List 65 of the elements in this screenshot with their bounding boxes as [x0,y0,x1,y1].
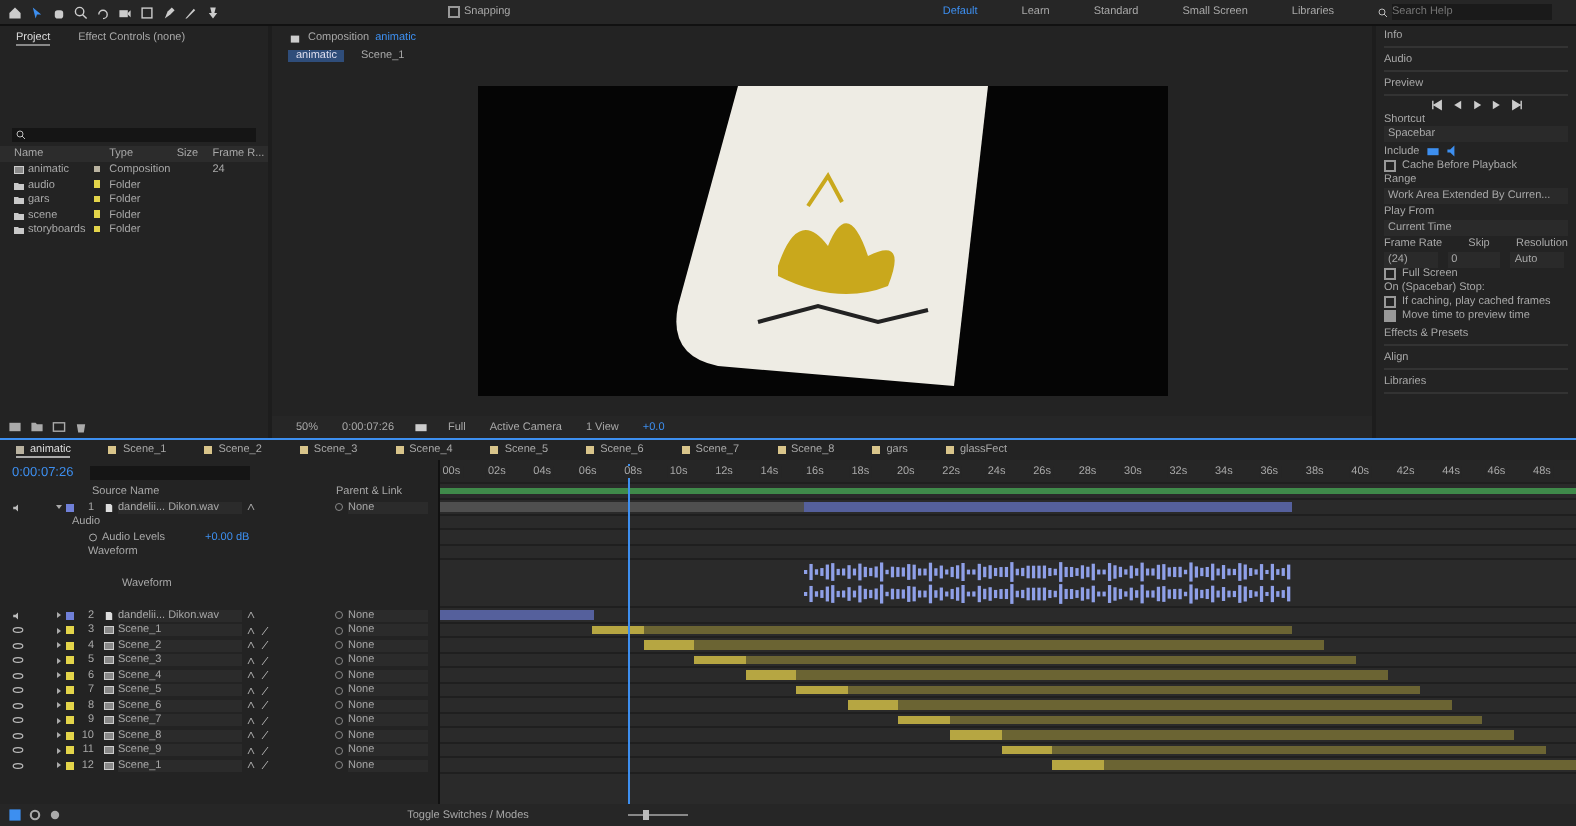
label-swatch[interactable] [66,716,74,725]
rectangle-icon[interactable] [140,5,154,19]
step-back-icon[interactable] [1449,97,1463,112]
audio-file-icon [104,611,114,620]
twirl-icon[interactable] [56,612,62,619]
checkbox[interactable] [1384,296,1396,309]
label-swatch[interactable] [66,626,74,635]
rotate-icon[interactable] [96,5,110,19]
twirl-icon[interactable] [56,702,62,709]
label-swatch[interactable] [66,656,74,665]
checkbox[interactable] [448,6,460,18]
label-swatch[interactable] [66,503,74,512]
label-swatch[interactable] [66,746,74,755]
label-swatch[interactable] [66,641,74,650]
composition-icon [14,166,24,175]
label-swatch[interactable] [66,686,74,695]
label-swatch[interactable] [66,761,74,770]
new-folder-icon[interactable] [30,420,44,434]
label-swatch[interactable] [66,611,74,620]
layer-bar[interactable] [847,685,1420,694]
video-icon[interactable] [1425,144,1440,159]
skip-back-icon[interactable] [1429,97,1443,112]
checkbox[interactable] [1384,160,1396,173]
layer-bar[interactable] [898,715,951,724]
twirl-icon[interactable] [56,504,62,511]
search-icon [16,130,26,140]
twirl-icon[interactable] [56,687,62,694]
label-swatch[interactable] [66,731,74,740]
twirl-icon[interactable] [56,672,62,679]
step-forward-icon[interactable] [1489,97,1503,112]
twirl-icon[interactable] [56,717,62,724]
trash-icon[interactable] [74,420,88,434]
label-swatch[interactable] [66,701,74,710]
pickwhip-icon[interactable] [334,502,344,513]
twirl-icon[interactable] [56,657,62,664]
new-composition-icon[interactable] [52,420,66,434]
checkbox[interactable] [1384,310,1396,323]
layer-bar[interactable] [1001,745,1053,754]
twirl-icon[interactable] [56,747,62,754]
pen-icon[interactable] [162,5,176,19]
project-search-field[interactable] [12,128,256,142]
audio-file-icon [104,503,114,512]
layer-bar[interactable] [1052,745,1547,754]
skip-forward-icon[interactable] [1509,97,1523,112]
twirl-icon[interactable] [56,627,62,634]
layer-bar[interactable] [950,715,1483,724]
stopwatch-icon[interactable] [88,532,98,543]
speaker-icon[interactable] [12,611,24,620]
layer-bar[interactable] [592,625,644,634]
label-swatch[interactable] [66,671,74,680]
zoom-icon[interactable] [74,5,88,19]
home-icon[interactable] [8,5,22,19]
layer-bar[interactable] [796,685,848,694]
play-icon[interactable] [1469,97,1483,112]
arrow-cursor-icon[interactable] [30,5,44,19]
checkbox[interactable] [1384,268,1396,281]
speaker-icon[interactable] [12,503,24,512]
layer-bar[interactable] [745,655,1356,664]
twirl-icon[interactable] [56,642,62,649]
twirl-icon[interactable] [56,732,62,739]
layer-bar[interactable] [643,625,1292,634]
twirl-icon[interactable] [56,762,62,769]
layer-bar[interactable] [694,655,746,664]
search-icon [1378,7,1388,17]
slider-thumb[interactable] [643,810,649,820]
